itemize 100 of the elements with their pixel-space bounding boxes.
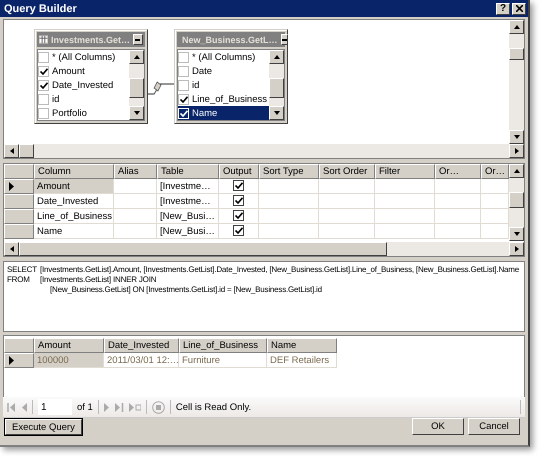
scroll-down-button[interactable] — [509, 227, 524, 242]
table-cell[interactable]: [New_Busi… — [157, 209, 219, 224]
scroll-thumb[interactable] — [129, 78, 144, 98]
checkbox[interactable] — [38, 52, 49, 62]
minimize-button[interactable] — [132, 34, 143, 45]
table-cell[interactable] — [219, 194, 259, 210]
table-column-item[interactable]: id — [178, 78, 269, 92]
column-header[interactable]: Filter — [375, 164, 435, 180]
scroll-left-button[interactable] — [4, 144, 19, 158]
table-cell[interactable] — [375, 209, 435, 224]
sql-pane[interactable] — [3, 260, 525, 332]
scroll-up-button[interactable] — [269, 50, 284, 64]
table-column-item[interactable]: Date_Invested — [38, 78, 129, 92]
table-cell[interactable] — [259, 224, 319, 240]
help-button[interactable]: ? — [496, 2, 510, 14]
table-cell[interactable]: [Investme… — [157, 179, 219, 194]
output-checkbox[interactable] — [233, 225, 244, 236]
table-cell[interactable]: [New_Busi… — [157, 224, 219, 240]
scroll-down-button[interactable] — [269, 106, 284, 120]
table-column-item[interactable]: Line_of_Business — [178, 92, 269, 106]
checkbox[interactable] — [178, 66, 189, 76]
output-checkbox[interactable] — [233, 210, 244, 222]
table-cell[interactable] — [375, 224, 435, 240]
table-cell[interactable] — [114, 194, 157, 210]
scrollbar[interactable] — [509, 20, 524, 144]
column-header[interactable]: Sort Order — [319, 164, 375, 180]
table-cell[interactable]: Date_Invested — [34, 194, 114, 210]
scroll-right-button[interactable] — [509, 144, 524, 158]
table-cell[interactable] — [259, 194, 319, 210]
table-column-item[interactable]: Amount — [38, 64, 129, 78]
table-cell[interactable] — [435, 179, 481, 194]
table-column-item[interactable]: Portfolio — [38, 106, 129, 120]
checkbox[interactable] — [38, 80, 49, 90]
table-cell[interactable]: Line_of_Business — [34, 209, 114, 224]
row-header[interactable] — [4, 353, 34, 368]
position-field[interactable]: 1 — [38, 399, 72, 416]
table-cell[interactable] — [114, 224, 157, 240]
scrollbar[interactable] — [509, 164, 524, 242]
table-cell[interactable] — [114, 209, 157, 224]
table-cell[interactable]: Name — [34, 224, 114, 240]
table-cell[interactable] — [375, 179, 435, 194]
column-header[interactable]: Column — [34, 164, 114, 180]
table-cell[interactable]: Amount — [34, 179, 114, 194]
scroll-down-button[interactable] — [509, 130, 524, 144]
table-column-item[interactable]: * (All Columns) — [178, 50, 269, 64]
table-cell[interactable] — [219, 224, 259, 240]
table-cell[interactable] — [435, 209, 481, 224]
table-cell[interactable] — [259, 209, 319, 224]
table-column-item[interactable]: * (All Columns) — [38, 50, 129, 64]
checkbox[interactable] — [38, 108, 49, 118]
ok-button[interactable]: OK — [412, 418, 464, 435]
table-cell[interactable] — [219, 209, 259, 224]
column-header[interactable]: Or… — [435, 164, 481, 180]
scroll-thumb[interactable] — [509, 192, 524, 208]
scroll-up-button[interactable] — [509, 20, 524, 34]
close-button[interactable] — [512, 2, 526, 14]
table-cell[interactable]: Furniture — [179, 353, 267, 368]
table-box[interactable]: New_Business.GetL… * (All Columns) Date id Line_of_Business Name — [174, 29, 288, 124]
output-checkbox[interactable] — [233, 180, 244, 192]
table-column-item[interactable]: id — [38, 92, 129, 106]
checkbox[interactable] — [178, 52, 189, 62]
table-cell[interactable] — [319, 209, 375, 224]
scroll-right-button[interactable] — [509, 242, 524, 256]
scroll-thumb[interactable] — [269, 78, 284, 98]
table-cell[interactable]: 2011/03/01 12:… — [104, 353, 179, 368]
checkbox[interactable] — [38, 94, 49, 104]
table-cell[interactable] — [219, 179, 259, 194]
column-header[interactable]: Or… — [481, 164, 509, 180]
table-cell[interactable] — [375, 194, 435, 210]
scroll-thumb[interactable] — [19, 144, 34, 158]
row-header[interactable] — [4, 179, 34, 194]
checkbox[interactable] — [178, 94, 189, 104]
table-cell[interactable]: DEF Retailers — [267, 353, 337, 368]
scroll-thumb[interactable] — [19, 242, 386, 256]
column-header[interactable]: Amount — [34, 338, 104, 354]
table-cell[interactable] — [319, 194, 375, 210]
scroll-up-button[interactable] — [509, 164, 524, 178]
column-header[interactable]: Name — [267, 338, 337, 354]
checkbox[interactable] — [38, 66, 49, 76]
scrollbar[interactable] — [129, 50, 144, 120]
scroll-left-button[interactable] — [4, 242, 19, 256]
table-cell[interactable] — [319, 224, 375, 240]
table-cell[interactable] — [259, 179, 319, 194]
table-cell[interactable] — [319, 179, 375, 194]
scroll-up-button[interactable] — [129, 50, 144, 64]
column-header[interactable]: Date_Invested — [104, 338, 179, 354]
scroll-down-button[interactable] — [129, 106, 144, 120]
minimize-button[interactable] — [280, 34, 288, 45]
scrollbar[interactable] — [269, 50, 284, 120]
table-column-item[interactable]: Date — [178, 64, 269, 78]
table-box[interactable]: Investments.Get… * (All Columns) Amount Date_Invested id Portfolio — [34, 29, 148, 124]
column-header[interactable]: Output — [219, 164, 259, 180]
column-header[interactable]: Table — [157, 164, 219, 180]
table-cell[interactable]: [Investme… — [157, 194, 219, 210]
scrollbar[interactable] — [3, 144, 525, 160]
column-header[interactable]: Sort Type — [259, 164, 319, 180]
scroll-thumb[interactable] — [509, 48, 524, 60]
output-checkbox[interactable] — [233, 195, 244, 206]
cancel-button[interactable]: Cancel — [468, 418, 520, 435]
table-cell[interactable] — [435, 224, 481, 240]
